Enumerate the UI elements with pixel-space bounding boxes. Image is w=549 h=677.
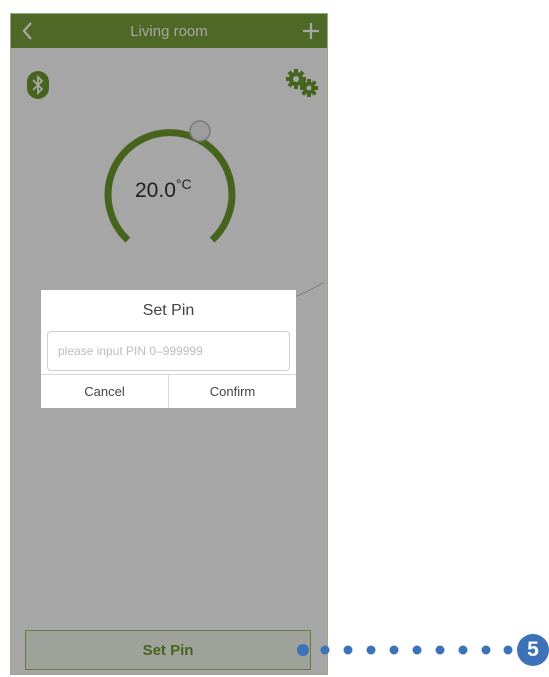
set-pin-dialog: Set Pin Cancel Confirm	[41, 290, 296, 408]
phone-screen: Living room 20.0°C Set Pin Set Pin pleas…	[10, 13, 328, 675]
pin-input[interactable]	[47, 331, 290, 371]
cancel-button[interactable]: Cancel	[41, 375, 168, 408]
dialog-title: Set Pin	[142, 302, 195, 319]
callout-dotted-line	[297, 644, 513, 656]
callout-number-badge: 5	[517, 634, 549, 666]
confirm-button[interactable]: Confirm	[169, 375, 296, 408]
